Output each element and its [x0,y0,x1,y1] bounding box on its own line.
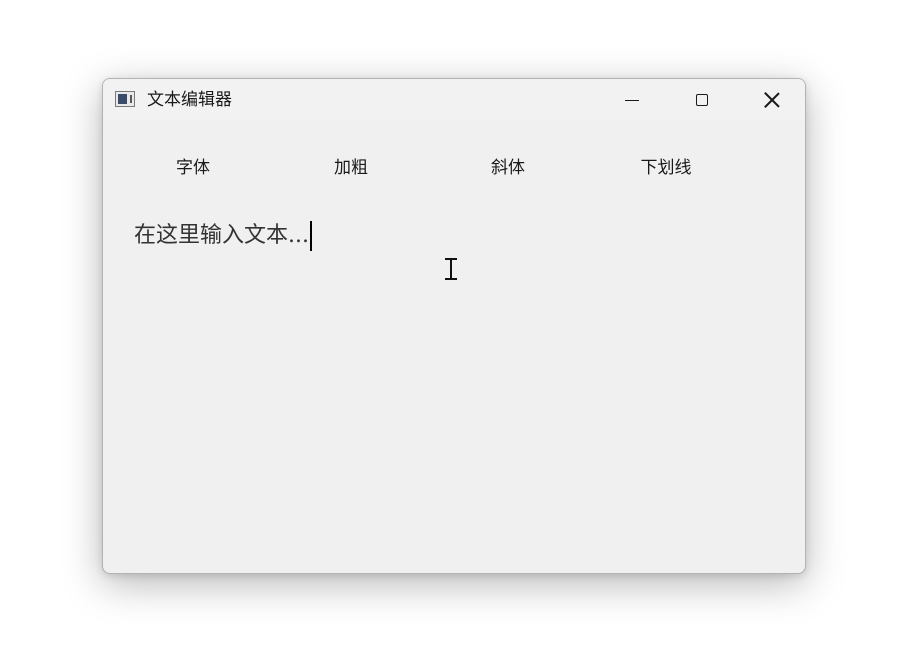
editor-content[interactable]: 在这里输入文本... [134,221,312,251]
maximize-icon [696,94,708,106]
window-title: 文本编辑器 [147,90,232,110]
font-button[interactable]: 字体 [173,155,213,181]
maximize-button[interactable] [667,79,737,121]
close-button[interactable] [737,79,805,121]
italic-button[interactable]: 斜体 [488,155,528,181]
text-ibeam-cursor-icon [444,257,458,281]
text-editor-window: 文本编辑器 字体 加粗 斜体 下划线 在这里输入文本... [102,78,806,574]
close-icon [764,92,780,108]
title-bar[interactable]: 文本编辑器 [103,79,805,121]
desktop: 文本编辑器 字体 加粗 斜体 下划线 在这里输入文本... [0,0,909,666]
text-caret [309,221,312,251]
editor-text: 在这里输入文本... [134,223,309,248]
minimize-button[interactable] [597,79,667,121]
underline-button[interactable]: 下划线 [636,155,696,181]
app-window-icon [115,91,135,107]
bold-button[interactable]: 加粗 [331,155,371,181]
minimize-icon [625,99,639,101]
